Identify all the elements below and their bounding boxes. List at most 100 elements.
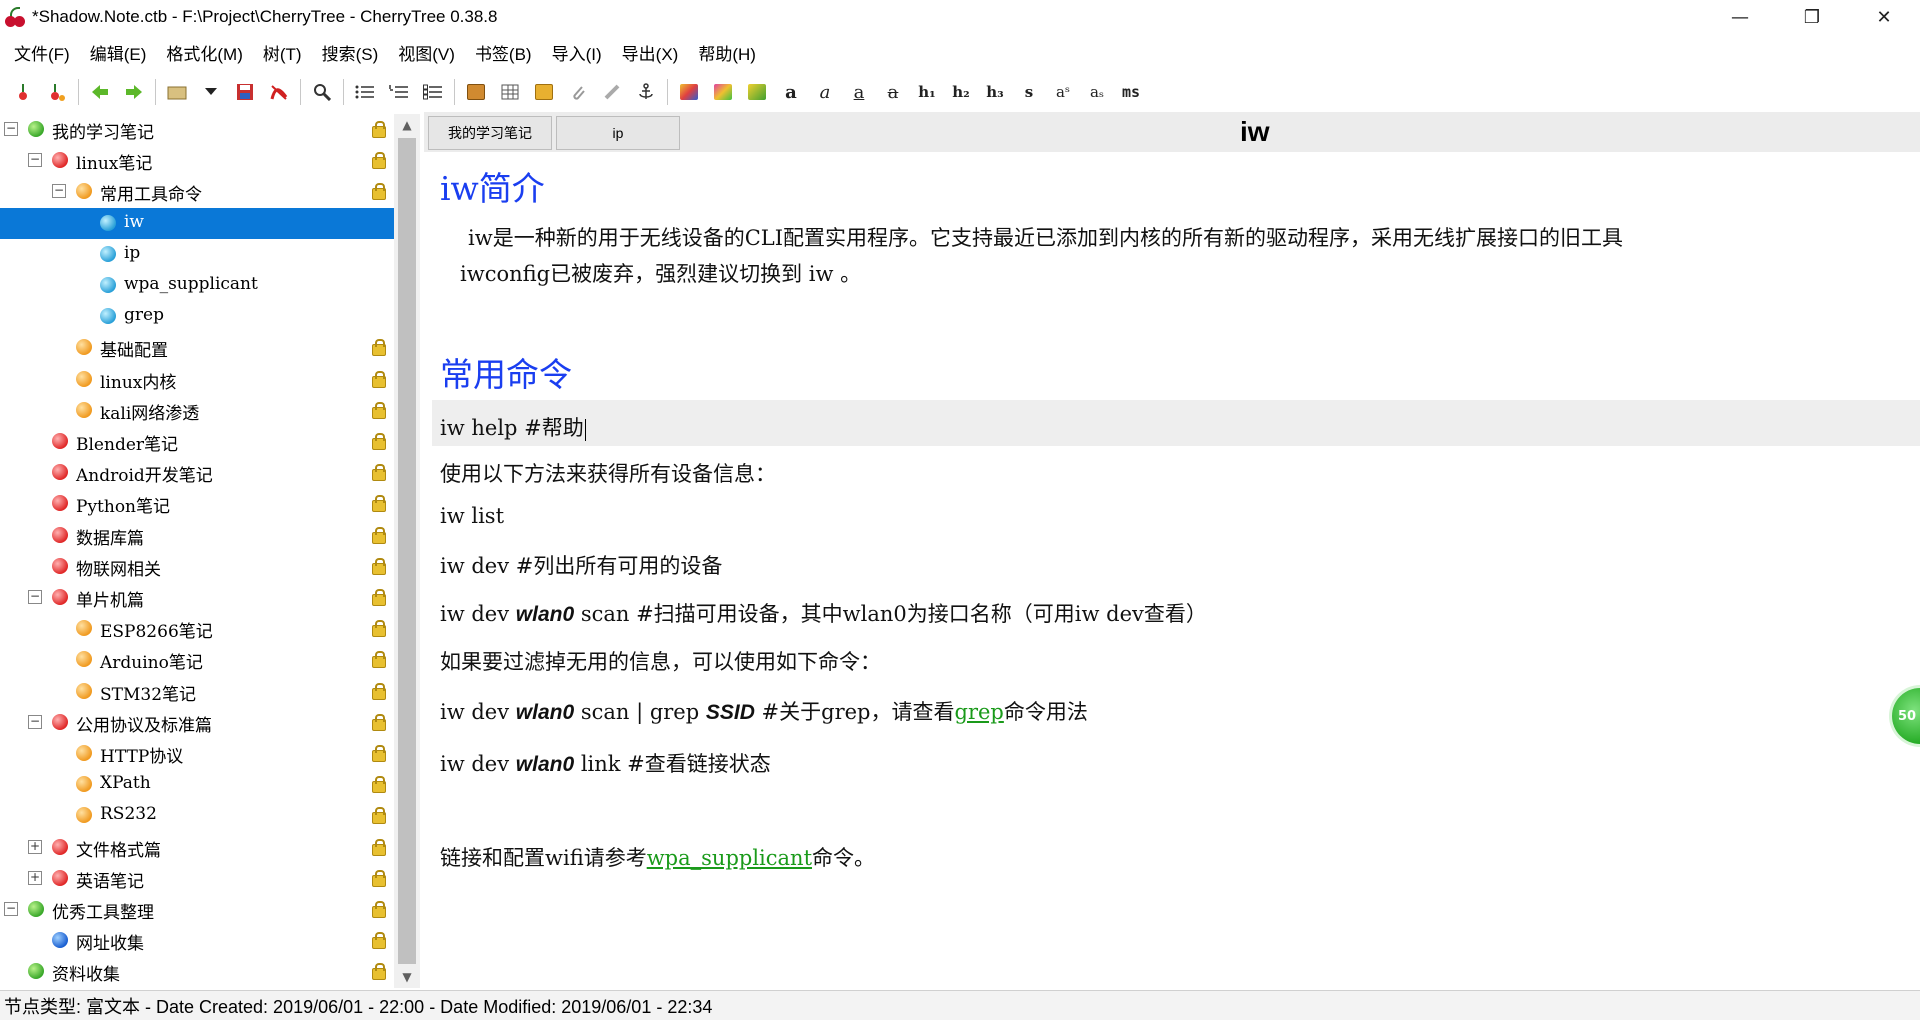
tree-node[interactable]: + 英语笔记 [0,863,394,894]
menu-search[interactable]: 搜索(S) [312,40,389,65]
tree-node[interactable]: iw [0,207,394,239]
color-fg-icon[interactable] [672,76,706,108]
tree-node[interactable]: RS232 [0,800,394,831]
menu-bookmarks[interactable]: 书签(B) [465,40,542,65]
image-icon[interactable] [459,76,493,108]
open-icon[interactable] [160,76,194,108]
h3-button[interactable]: h₃ [978,76,1012,108]
bold-button[interactable]: a [774,76,808,108]
tree-node[interactable]: ESP8266笔记 [0,613,394,644]
tree-node[interactable]: − 我的学习笔记 [0,114,394,145]
expand-icon[interactable]: + [28,839,42,854]
color-bg-icon[interactable] [706,76,740,108]
tree-node[interactable]: Python笔记 [0,488,394,519]
tree-node-label: Python笔记 [76,497,171,518]
tree-node[interactable]: − linux笔记 [0,145,394,176]
tree-node-label: 网址收集 [76,934,144,955]
tab-ip[interactable]: ip [556,116,680,150]
tree-node[interactable]: 基础配置 [0,332,394,363]
collapse-icon[interactable]: − [28,714,42,729]
scroll-thumb[interactable] [398,138,416,964]
tree-node[interactable]: 网址收集 [0,925,394,956]
tree-node[interactable]: XPath [0,769,394,800]
tree-node[interactable]: − 常用工具命令 [0,176,394,207]
scroll-up-arrow-icon[interactable]: ▲ [394,114,420,136]
node-tabs-bar: 我的学习笔记 ip [424,112,1920,152]
save-icon[interactable] [228,76,262,108]
tree-node[interactable]: − 公用协议及标准篇 [0,707,394,738]
remove-format-icon[interactable] [740,76,774,108]
grep-prefix: iw dev [440,700,516,724]
collapse-icon[interactable]: − [4,122,18,136]
tree-node-label: kali网络渗透 [100,403,200,424]
export-pdf-icon[interactable] [262,76,296,108]
numbered-list-icon[interactable] [382,76,416,108]
underline-button[interactable]: a [842,76,876,108]
tree-node[interactable]: Arduino笔记 [0,644,394,675]
collapse-icon[interactable]: − [28,153,42,168]
menu-view[interactable]: 视图(V) [388,40,465,65]
anchor-icon[interactable] [629,76,663,108]
menu-file[interactable]: 文件(F) [4,40,80,65]
tree-node[interactable]: − 单片机篇 [0,582,394,613]
italic-button[interactable]: a [808,76,842,108]
tree-node[interactable]: ip [0,239,394,270]
scroll-down-arrow-icon[interactable]: ▼ [394,966,420,988]
tree-node[interactable]: HTTP协议 [0,738,394,769]
link-icon[interactable] [595,76,629,108]
collapse-icon[interactable]: − [4,902,18,916]
grep-link[interactable]: grep [955,700,1004,724]
tree-node[interactable]: Blender笔记 [0,426,394,457]
menu-import[interactable]: 导入(I) [542,40,612,65]
collapse-icon[interactable]: − [28,590,42,604]
monospace-button[interactable]: ms [1114,76,1148,108]
add-node-icon[interactable] [6,76,40,108]
menu-tree[interactable]: 树(T) [253,40,312,65]
menu-edit[interactable]: 编辑(E) [80,40,157,65]
lock-icon [372,370,386,388]
tree-node[interactable]: wpa_supplicant [0,270,394,301]
menu-export[interactable]: 导出(X) [612,40,689,65]
attach-icon[interactable] [561,76,595,108]
tree-node[interactable]: 数据库篇 [0,520,394,551]
menu-format[interactable]: 格式化(M) [156,40,252,65]
expand-icon[interactable]: + [28,870,42,885]
h2-button[interactable]: h₂ [944,76,978,108]
tab-my-notes[interactable]: 我的学习笔记 [428,116,552,150]
menu-help[interactable]: 帮助(H) [688,40,766,65]
cherrytree-app-icon [4,6,26,28]
node-tree[interactable]: − 我的学习笔记 − linux笔记 − 常用工具命令 iw ip wpa_supplicant… [0,114,394,988]
todo-list-icon[interactable] [416,76,450,108]
tree-node[interactable]: 物联网相关 [0,551,394,582]
tree-node[interactable]: STM32笔记 [0,676,394,707]
strikethrough-button[interactable]: a [876,76,910,108]
rich-text-editor[interactable]: iw简介 iw是一种新的用于无线设备的CLI配置实用程序。它支持最近已添加到内核… [424,152,1920,988]
minimize-button[interactable]: — [1704,0,1776,34]
back-icon[interactable] [83,76,117,108]
h1-button[interactable]: h₁ [910,76,944,108]
find-icon[interactable] [305,76,339,108]
restore-button[interactable]: ❐ [1776,0,1848,34]
table-icon[interactable] [493,76,527,108]
tree-node[interactable]: − 优秀工具整理 [0,894,394,925]
codebox-icon[interactable] [527,76,561,108]
tree-node-label: 资料收集 [52,965,120,986]
close-button[interactable]: ✕ [1848,0,1920,34]
subscript-button[interactable]: aₛ [1080,76,1114,108]
tree-node[interactable]: 资料收集 [0,956,394,987]
superscript-button[interactable]: aˢ [1046,76,1080,108]
tree-node[interactable]: linux内核 [0,364,394,395]
tree-node[interactable]: kali网络渗透 [0,395,394,426]
tree-node[interactable]: grep [0,301,394,332]
tree-node[interactable]: + 文件格式篇 [0,832,394,863]
dropdown-icon[interactable] [194,76,228,108]
add-subnode-icon[interactable] [40,76,74,108]
menu-bar: 文件(F) 编辑(E) 格式化(M) 树(T) 搜索(S) 视图(V) 书签(B… [0,36,1920,68]
collapse-icon[interactable]: − [52,184,66,199]
tree-scrollbar[interactable]: ▲ ▼ [394,114,420,988]
small-button[interactable]: s [1012,76,1046,108]
bulleted-list-icon[interactable] [348,76,382,108]
tree-node[interactable]: Android开发笔记 [0,457,394,488]
wpa-supplicant-link[interactable]: wpa_supplicant [647,846,812,870]
forward-icon[interactable] [117,76,151,108]
